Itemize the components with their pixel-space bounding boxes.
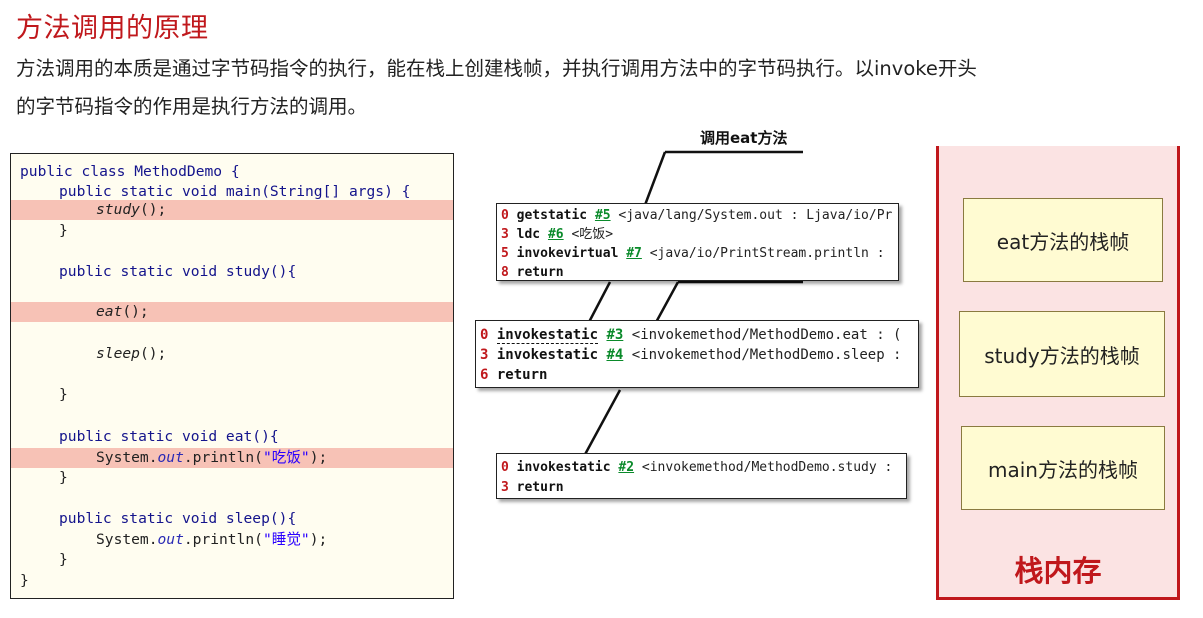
- stack-memory-label: 栈内存: [1014, 554, 1102, 588]
- bytecode-box-study: 0 invokestatic #3 <invokemethod/MethodDe…: [475, 320, 919, 388]
- bytecode-row: 3 invokestatic #4 <invokemethod/MethodDe…: [480, 347, 902, 363]
- bytecode-row: 0 invokestatic #2 <invokemethod/MethodDe…: [501, 460, 893, 475]
- bytecode-box-eat: 0 getstatic #5 <java/lang/System.out : L…: [496, 203, 899, 281]
- bytecode-row: 3 ldc #6 <吃饭>: [501, 227, 614, 242]
- stack-frame-study: study方法的栈帧: [959, 311, 1165, 397]
- stack-frame-main: main方法的栈帧: [961, 426, 1165, 510]
- bytecode-row: 5 invokevirtual #7 <java/io/PrintStream.…: [501, 246, 885, 261]
- stack-frame-eat: eat方法的栈帧: [963, 198, 1163, 282]
- bytecode-row: 6 return: [480, 367, 548, 383]
- bytecode-row: 3 return: [501, 480, 564, 495]
- bytecode-row: 0 invokestatic #3 <invokemethod/MethodDe…: [480, 327, 902, 344]
- bytecode-row: 0 getstatic #5 <java/lang/System.out : L…: [501, 208, 893, 223]
- stack-memory-panel: eat方法的栈帧 study方法的栈帧 main方法的栈帧 栈内存: [936, 146, 1180, 600]
- callout-label: 调用eat方法: [700, 129, 788, 147]
- main-link: [580, 389, 622, 461]
- bytecode-box-main: 0 invokestatic #2 <invokemethod/MethodDe…: [496, 453, 907, 499]
- study-link: [586, 281, 612, 325]
- bytecode-row: 8 return: [501, 265, 564, 280]
- callout-pointer: [643, 151, 667, 206]
